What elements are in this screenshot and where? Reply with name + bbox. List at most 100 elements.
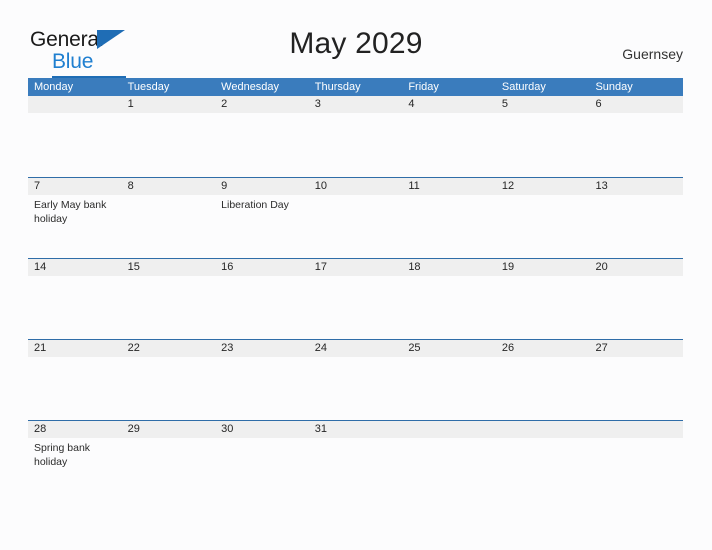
calendar-week-row: 1 2 3 4 5 6: [28, 96, 683, 177]
day-number: 3: [314, 98, 321, 110]
day-number: 17: [314, 261, 327, 273]
day-number: 20: [595, 261, 608, 273]
calendar-week-cells: 21 22 23 24 25 26 27: [28, 340, 683, 421]
calendar-day-cell[interactable]: 11: [402, 178, 496, 259]
calendar-day-cell[interactable]: 23: [215, 340, 309, 421]
calendar-day-cell[interactable]: 25: [402, 340, 496, 421]
calendar-day-cell[interactable]: 8: [122, 178, 216, 259]
day-number: 7: [34, 180, 41, 192]
calendar-day-cell-empty: [28, 96, 122, 177]
day-number: 26: [501, 342, 515, 354]
holiday-label: Early May bank holiday: [34, 199, 107, 225]
day-number: 1: [127, 98, 134, 110]
day-number: 11: [408, 180, 420, 192]
day-number: [34, 96, 122, 113]
calendar-day-cell[interactable]: 17: [309, 259, 403, 340]
calendar-day-cell[interactable]: 2: [215, 96, 309, 177]
day-number: 8: [127, 180, 134, 192]
calendar-day-cell[interactable]: 14: [28, 259, 122, 340]
day-number: 24: [314, 342, 327, 354]
weekday-header-wednesday: Wednesday: [221, 81, 280, 93]
region-label: Guernsey: [622, 46, 683, 62]
calendar-week-cells: 7 Early May bank holiday 8 9 Liberation Day 1…: [28, 178, 683, 259]
calendar-day-cell-empty: [402, 421, 496, 502]
calendar-day-cell[interactable]: 20: [589, 259, 683, 340]
calendar-day-cell[interactable]: 18: [402, 259, 496, 340]
weekday-header-monday: Monday: [34, 81, 74, 93]
day-number: 2: [221, 98, 228, 110]
day-number: [595, 421, 683, 438]
calendar-day-cell[interactable]: 9 Liberation Day: [215, 178, 309, 259]
day-number: 25: [408, 342, 421, 354]
weekday-header-tuesday: Tuesday: [127, 81, 170, 93]
calendar-day-cell[interactable]: 28 Spring bank holiday: [28, 421, 122, 502]
calendar-day-cell[interactable]: 10: [309, 178, 403, 259]
day-number: 23: [221, 342, 234, 354]
day-number: 19: [501, 261, 515, 273]
calendar-day-cell[interactable]: 31: [309, 421, 403, 502]
day-number: 21: [34, 342, 47, 354]
weekday-header-row: Monday Tuesday Wednesday Thursday Friday Satu…: [28, 78, 683, 96]
day-events: Early May bank holiday: [34, 195, 122, 226]
calendar-day-cell[interactable]: 1: [122, 96, 216, 177]
weekday-header-saturday: Saturday: [501, 81, 546, 93]
day-events: Liberation Day: [221, 195, 309, 213]
day-number: 22: [127, 342, 140, 354]
day-number: 16: [221, 261, 234, 273]
day-number: [408, 421, 496, 438]
calendar-day-cell[interactable]: 13: [589, 178, 683, 259]
day-number: 18: [408, 261, 421, 273]
weekday-header-friday: Friday: [408, 81, 439, 93]
calendar-day-cell[interactable]: 12: [496, 178, 590, 259]
calendar-day-cell[interactable]: 19: [496, 259, 590, 340]
day-number: 14: [34, 261, 47, 273]
day-number: [502, 421, 590, 438]
calendar-day-cell[interactable]: 5: [496, 96, 590, 177]
calendar-week-row: 28 Spring bank holiday 29 30 31: [28, 420, 683, 501]
calendar-grid: Monday Tuesday Wednesday Thursday Friday Satu…: [28, 78, 683, 501]
calendar-day-cell[interactable]: 16: [215, 259, 309, 340]
calendar-day-cell[interactable]: 15: [122, 259, 216, 340]
calendar-day-cell-empty: [589, 421, 683, 502]
calendar-day-cell-empty: [496, 421, 590, 502]
calendar-day-cell[interactable]: 21: [28, 340, 122, 421]
calendar-week-row: 21 22 23 24 25 26 27: [28, 339, 683, 420]
day-number: 15: [127, 261, 140, 273]
day-number: 13: [595, 180, 608, 192]
calendar-day-cell[interactable]: 26: [496, 340, 590, 421]
calendar-day-cell[interactable]: 3: [309, 96, 403, 177]
calendar-day-cell[interactable]: 24: [309, 340, 403, 421]
calendar-day-cell[interactable]: 22: [122, 340, 216, 421]
day-number: 10: [314, 180, 327, 192]
calendar-week-row: 14 15 16 17 18 19 20: [28, 258, 683, 339]
day-number: 30: [221, 423, 234, 435]
day-number: 4: [408, 98, 415, 110]
day-number: 28: [34, 423, 47, 435]
calendar-day-cell[interactable]: 30: [215, 421, 309, 502]
page-header: General Blue May 2029 Guernsey: [0, 0, 712, 79]
holiday-label: Liberation Day: [221, 199, 289, 211]
day-events: Spring bank holiday: [34, 438, 122, 469]
weekday-header-thursday: Thursday: [314, 81, 361, 93]
calendar-week-cells: 1 2 3 4 5 6: [28, 96, 683, 177]
day-number: 27: [595, 342, 608, 354]
calendar-day-cell[interactable]: 4: [402, 96, 496, 177]
day-number: 9: [221, 180, 228, 192]
day-number: 5: [501, 98, 509, 110]
calendar-week-cells: 28 Spring bank holiday 29 30 31: [28, 421, 683, 502]
calendar-day-cell[interactable]: 6: [589, 96, 683, 177]
day-number: 6: [595, 98, 602, 110]
calendar-day-cell[interactable]: 27: [589, 340, 683, 421]
day-number: 31: [314, 423, 327, 435]
calendar-day-cell[interactable]: 7 Early May bank holiday: [28, 178, 122, 259]
calendar-page: General Blue May 2029 Guernsey Monday Tue…: [0, 0, 712, 550]
calendar-weeks: 1 2 3 4 5 6 7 Early May bank holiday 8 9 Liberatio…: [28, 96, 683, 501]
calendar-week-row: 7 Early May bank holiday 8 9 Liberation Day 1…: [28, 177, 683, 258]
weekday-header-sunday: Sunday: [595, 81, 633, 93]
day-number: 29: [127, 423, 140, 435]
calendar-day-cell[interactable]: 29: [122, 421, 216, 502]
page-title: May 2029: [289, 27, 423, 60]
day-number: 12: [501, 180, 515, 192]
holiday-label: Spring bank holiday: [34, 442, 91, 468]
calendar-week-cells: 14 15 16 17 18 19 20: [28, 259, 683, 340]
